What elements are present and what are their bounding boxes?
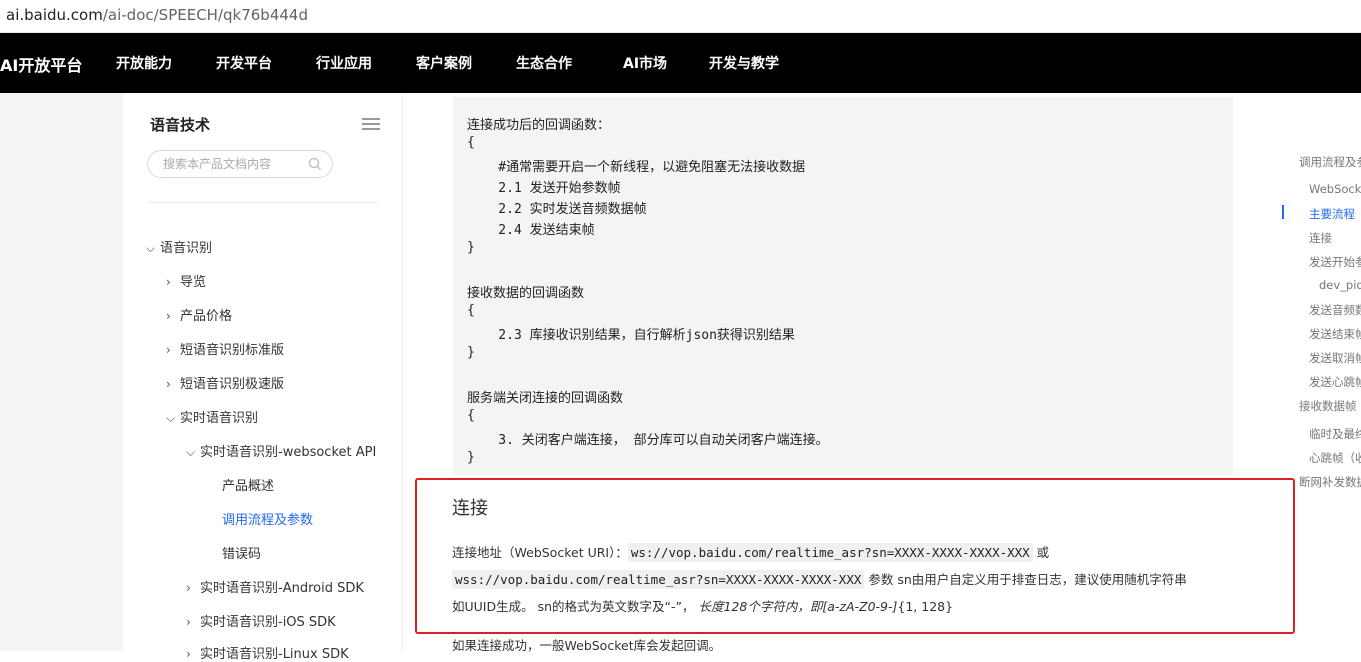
sidebar-item-label: 实时语音识别-Linux SDK: [200, 647, 349, 662]
toc-item[interactable]: 发送心跳帧: [1309, 374, 1361, 390]
sidebar-item-label: 短语音识别极速版: [180, 377, 285, 392]
sidebar-item-short-fast[interactable]: › 短语音识别极速版: [166, 373, 284, 392]
sidebar-item-label: 产品价格: [180, 309, 233, 324]
toc-item[interactable]: 心跳帧（收: [1309, 450, 1361, 466]
chevron-right-icon: ›: [186, 647, 191, 661]
code-line: 接收数据的回调函数: [467, 286, 585, 301]
sidebar-item-short-standard[interactable]: › 短语音识别标准版: [166, 339, 284, 358]
search-input[interactable]: [161, 156, 305, 172]
toc-active-indicator: [1282, 205, 1284, 219]
chevron-right-icon: ›: [166, 377, 171, 391]
url-host: ai.baidu.com: [6, 6, 103, 24]
browser-address-bar[interactable]: ai.baidu.com/ai-doc/SPEECH/qk76b444d: [0, 0, 1361, 33]
toc-item[interactable]: 发送音频数: [1309, 302, 1361, 318]
toc-item[interactable]: 调用流程及参: [1299, 154, 1361, 170]
sidebar-item-android-sdk[interactable]: › 实时语音识别-Android SDK: [186, 577, 364, 596]
code-line: #通常需要开启一个新线程，以避免阻塞无法接收数据: [467, 160, 806, 175]
sidebar-separator: [148, 202, 379, 203]
sidebar-divider: [402, 93, 403, 651]
top-nav: AI开放平台 开放能力 开发平台 行业应用 客户案例 生态合作 AI市场 开发与…: [0, 33, 1361, 93]
code-line: 服务端关闭连接的回调函数: [467, 391, 624, 406]
chevron-down-icon: ⌵: [166, 411, 176, 425]
toc-item[interactable]: 断网补发数据: [1299, 474, 1361, 490]
code-line: 2.3 库接收识别结果，自行解析json获得识别结果: [467, 328, 795, 343]
search-icon[interactable]: [308, 157, 322, 171]
sidebar-item-realtime[interactable]: ⌵ 实时语音识别: [166, 407, 258, 426]
highlight-box: [415, 478, 1295, 634]
sidebar-item-label: 短语音识别标准版: [180, 343, 285, 358]
sidebar-title: 语音技术: [150, 116, 211, 134]
code-line: 2.4 发送结束帧: [467, 223, 595, 238]
code-line: }: [467, 240, 475, 255]
sidebar-search[interactable]: [147, 150, 333, 178]
chevron-right-icon: ›: [186, 615, 191, 629]
toc-item[interactable]: 接收数据帧: [1299, 398, 1357, 414]
code-line: 2.1 发送开始参数帧: [467, 181, 621, 196]
sidebar-item-error-codes[interactable]: 错误码: [222, 543, 261, 562]
sidebar-item-label: 实时语音识别-Android SDK: [200, 581, 364, 596]
toc-item[interactable]: 临时及最终: [1309, 426, 1361, 442]
sidebar-item-label: 语音识别: [160, 241, 213, 256]
sidebar-item-realtime-websocket[interactable]: ⌵ 实时语音识别-websocket API: [186, 441, 376, 460]
url-path: /ai-doc/SPEECH/qk76b444d: [102, 6, 308, 24]
sidebar-item-product-overview[interactable]: 产品概述: [222, 475, 274, 494]
sidebar-item-label: 导览: [180, 275, 207, 290]
nav-item-dev-platform[interactable]: 开发平台: [216, 53, 272, 73]
nav-item-cases[interactable]: 客户案例: [416, 53, 472, 73]
chevron-right-icon: ›: [166, 309, 171, 323]
code-line: 2.2 实时发送音频数据帧: [467, 202, 647, 217]
nav-item-ai-market[interactable]: AI市场: [623, 53, 667, 73]
code-line: {: [467, 408, 475, 423]
sidebar-item-label: 实时语音识别-websocket API: [200, 445, 377, 460]
toc-item[interactable]: 发送取消帧: [1309, 350, 1361, 366]
menu-toggle-icon[interactable]: [362, 118, 380, 130]
toc-item[interactable]: 连接: [1309, 230, 1332, 246]
toc-item[interactable]: WebSocket: [1309, 182, 1361, 196]
sidebar-item-speech-recognition[interactable]: ⌵ 语音识别: [146, 237, 212, 256]
nav-item-ecosystem[interactable]: 生态合作: [516, 53, 572, 73]
code-line: {: [467, 135, 475, 150]
toc-item[interactable]: dev_pid: [1319, 278, 1361, 292]
toc-item-active[interactable]: 主要流程: [1309, 206, 1355, 222]
chevron-right-icon: ›: [166, 275, 171, 289]
code-line: 3. 关闭客户端连接， 部分库可以自动关闭客户端连接。: [467, 433, 829, 448]
sidebar-item-ios-sdk[interactable]: › 实时语音识别-iOS SDK: [186, 611, 336, 630]
callback-note: 如果连接成功，一般WebSocket库会发起回调。: [452, 638, 722, 653]
nav-item-dev-education[interactable]: 开发与教学: [709, 53, 779, 73]
sidebar-item-pricing[interactable]: › 产品价格: [166, 305, 232, 324]
sidebar-item-label: 实时语音识别-iOS SDK: [200, 615, 336, 630]
chevron-right-icon: ›: [166, 343, 171, 357]
nav-item-open-capability[interactable]: 开放能力: [116, 53, 172, 73]
toc-item[interactable]: 发送开始参: [1309, 254, 1361, 270]
chevron-right-icon: ›: [186, 581, 191, 595]
sidebar-gutter: [0, 93, 123, 651]
sidebar-item-label: 实时语音识别: [180, 411, 259, 426]
url-text[interactable]: ai.baidu.com/ai-doc/SPEECH/qk76b444d: [6, 6, 308, 24]
code-line: }: [467, 450, 475, 465]
chevron-down-icon: ⌵: [146, 241, 156, 255]
sidebar-item-overview[interactable]: › 导览: [166, 271, 206, 290]
site-logo[interactable]: AI开放平台: [0, 52, 82, 76]
code-line: 连接成功后的回调函数：: [467, 118, 611, 133]
toc-item[interactable]: 发送结束帧: [1309, 326, 1361, 342]
code-line: }: [467, 345, 475, 360]
code-line: {: [467, 303, 475, 318]
nav-item-industry[interactable]: 行业应用: [316, 53, 372, 73]
sidebar-item-linux-sdk[interactable]: › 实时语音识别-Linux SDK: [186, 643, 349, 662]
sidebar-item-call-flow[interactable]: 调用流程及参数: [222, 509, 313, 528]
chevron-down-icon: ⌵: [186, 445, 196, 459]
